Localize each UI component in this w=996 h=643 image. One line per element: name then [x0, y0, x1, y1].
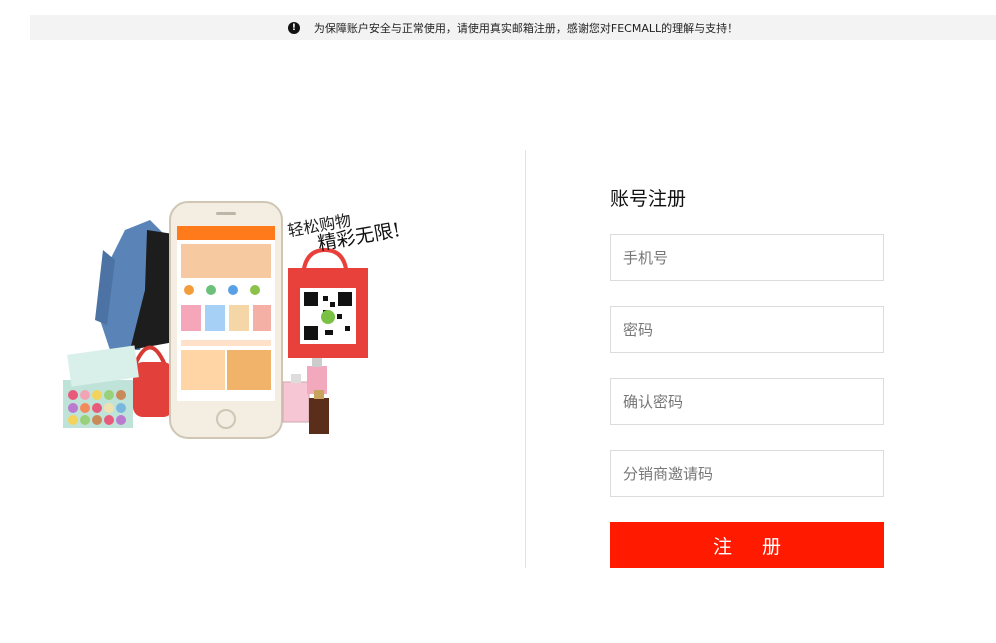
register-form: 账号注册 注 册 [610, 185, 884, 568]
phone-image [169, 201, 283, 439]
password-field [610, 306, 884, 353]
phone-input[interactable] [611, 235, 883, 280]
notice-text: 为保障账户安全与正常使用，请使用真实邮箱注册，感谢您对FECMALL的理解与支持… [313, 21, 739, 35]
vertical-divider [525, 150, 526, 568]
macaron-box-image [63, 345, 139, 428]
notice-bar: ! 为保障账户安全与正常使用，请使用真实邮箱注册，感谢您对FECMALL的理解与… [30, 15, 996, 40]
invite-code-input[interactable] [611, 451, 883, 496]
qr-code-bag-image [288, 247, 368, 358]
phone-field [610, 234, 884, 281]
perfume-image [282, 358, 329, 434]
promo-illustration: 轻松购物 精彩无限! [55, 190, 430, 450]
exclamation-circle-icon: ! [287, 21, 300, 34]
register-button[interactable]: 注 册 [610, 522, 884, 568]
password-input[interactable] [611, 307, 883, 352]
invite-code-field [610, 450, 884, 497]
confirm-password-field [610, 378, 884, 425]
form-title: 账号注册 [610, 188, 687, 210]
confirm-password-input[interactable] [611, 379, 883, 424]
